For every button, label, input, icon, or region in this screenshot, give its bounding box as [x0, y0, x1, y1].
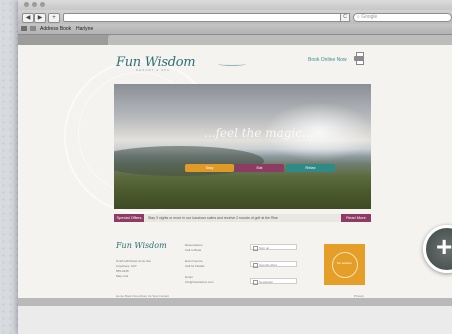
active-tab[interactable] [108, 35, 452, 45]
bookmarks-icon[interactable] [21, 26, 27, 31]
checkbox-newsletter[interactable]: Newsletter [250, 278, 297, 285]
address-bar[interactable] [63, 13, 342, 22]
news-text: Stay 3 nights or more in our luxurious s… [148, 216, 278, 220]
status-bar [18, 298, 452, 306]
footer-col-value[interactable]: Call for Details [185, 264, 205, 269]
footer-col-title: Reservations [185, 243, 203, 247]
footer-col-value[interactable]: Call to Book [185, 248, 203, 253]
logo-swoosh [218, 62, 246, 66]
search-placeholder: Google [361, 14, 378, 20]
close-dot-icon[interactable] [24, 2, 29, 7]
hero-button-relax[interactable]: Relax [286, 164, 335, 172]
bookmarks-bar: Address Book Harlyne [18, 24, 452, 35]
footer-col-value[interactable]: info@funwisdom.com [185, 280, 214, 285]
checkbox-special-offers[interactable]: Special offers [250, 261, 297, 268]
grid-icon[interactable] [30, 26, 36, 31]
back-button[interactable]: ◀ [22, 13, 34, 23]
special-offers-label[interactable]: Special Offers [114, 214, 144, 222]
forward-button[interactable]: ▶ [34, 13, 46, 23]
zoom-plus-icon: + [436, 231, 452, 262]
hero-button-eat[interactable]: Eat [235, 164, 284, 172]
browser-toolbar: ◀ ▶ + C ⌕ Google [18, 10, 452, 24]
title-bar [18, 0, 452, 10]
minimize-dot-icon[interactable] [32, 2, 37, 7]
add-bookmark-button[interactable]: + [48, 13, 60, 23]
hero-tagline: ...feel the magic... [204, 126, 314, 140]
news-ticker: Special Offers Stay 3 nights or more in … [114, 214, 371, 222]
promo-badge[interactable]: fun wisdom [324, 244, 365, 285]
footer-col-events: Event Centre Call for Details [185, 259, 205, 268]
hero-image: ...feel the magic... Stay Eat Relax [114, 84, 371, 209]
bookmark-address-book[interactable]: Address Book [40, 26, 71, 32]
checkbox-sign-up[interactable]: Sign up [250, 244, 297, 251]
footer-col-title: Event Centre [185, 259, 203, 263]
badge-circle [332, 252, 358, 278]
footer-map-link[interactable]: Map Link [116, 274, 151, 279]
footer-col-email: Email info@funwisdom.com [185, 275, 214, 284]
read-more-button[interactable]: Read More [341, 214, 371, 222]
search-input[interactable]: ⌕ Google [353, 13, 452, 22]
tab-strip [18, 35, 452, 45]
footer-col-reservations: Reservations Call to Book [185, 243, 203, 252]
footer-logo[interactable]: Fun Wisdom [116, 241, 167, 250]
reload-button[interactable]: C [340, 13, 350, 22]
badge-text: fun wisdom [336, 261, 353, 265]
window-controls[interactable] [24, 2, 45, 7]
footer-address: Smith Hill Road, Anne Ave Anywhere, ACT … [116, 259, 151, 279]
hero-button-stay[interactable]: Stay [185, 164, 234, 172]
browser-window: ◀ ▶ + C ⌕ Google Address Book Harlyne Fu… [18, 0, 452, 334]
print-icon[interactable] [354, 52, 364, 65]
bookmark-harlyne[interactable]: Harlyne [76, 26, 93, 32]
book-online-link[interactable]: Book Online Now [308, 57, 347, 63]
site-logo-subtitle: RESORT & SPA [136, 68, 170, 72]
zoom-dot-icon[interactable] [40, 2, 45, 7]
